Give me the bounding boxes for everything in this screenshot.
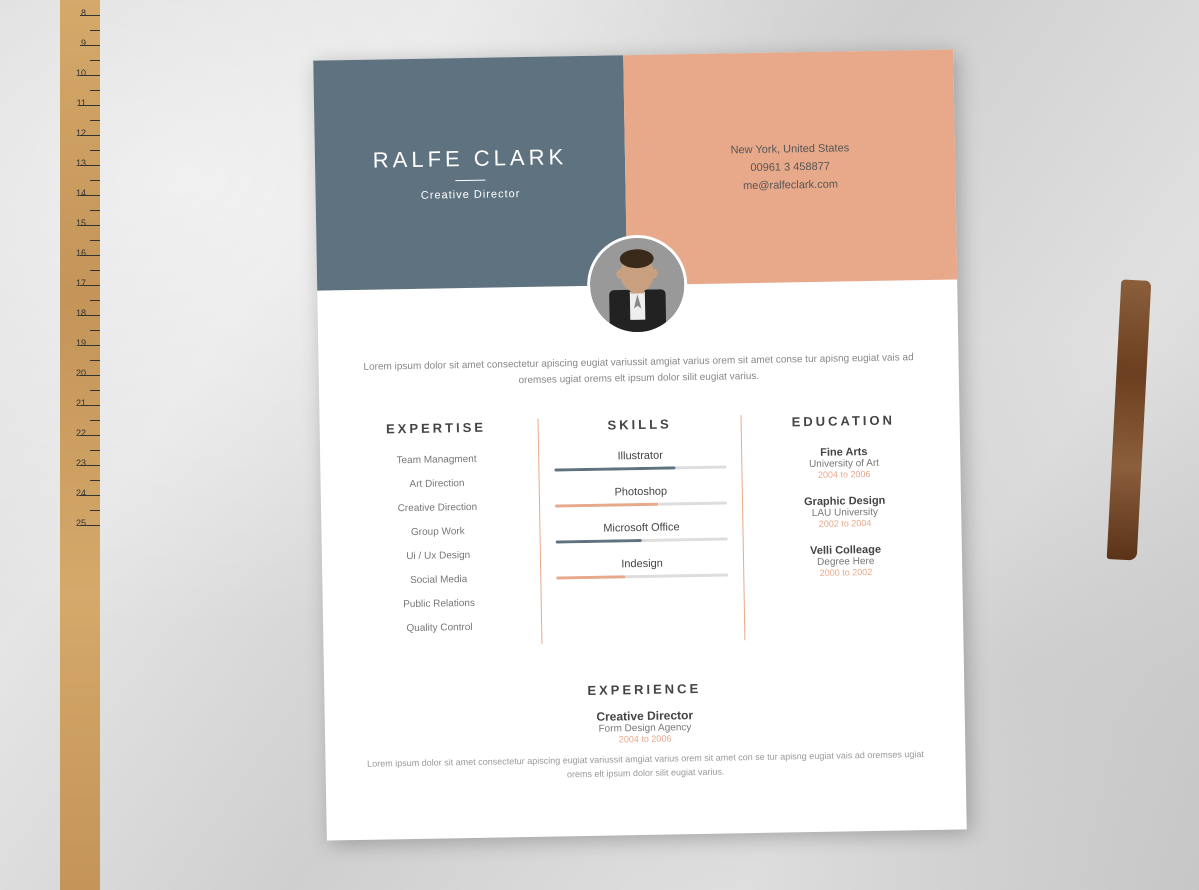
person-title: Creative Director: [420, 188, 520, 202]
education-item-1: Graphic Design LAU University 2002 to 20…: [758, 494, 931, 530]
experience-section: EXPERIENCE Creative Director Form Design…: [353, 662, 935, 786]
education-item-0: Fine Arts University of Art 2004 to 2006: [757, 445, 930, 481]
list-item: Team Managment: [350, 452, 523, 469]
skill-msoffice: Microsoft Office: [555, 520, 728, 543]
skill-bar-fill: [554, 503, 658, 508]
education-heading: EDUCATION: [756, 412, 929, 430]
ruler-number: 23: [76, 458, 86, 468]
experience-item-0: Creative Director Form Design Agency 200…: [354, 704, 935, 786]
profile-photo: [586, 234, 688, 336]
skill-photoshop: Photoshop: [554, 484, 727, 507]
list-item: Group Work: [351, 524, 524, 541]
name-divider: [455, 179, 485, 181]
list-item: Quality Control: [353, 620, 526, 637]
skill-bar-bg: [554, 465, 727, 471]
skill-name: Photoshop: [554, 484, 727, 499]
ruler-number: 19: [76, 338, 86, 348]
experience-heading: EXPERIENCE: [354, 677, 934, 702]
ruler-number: 14: [76, 188, 86, 198]
skills-column: SKILLS Illustrator Photoshop: [537, 415, 746, 644]
skill-indesign: Indesign: [555, 556, 728, 579]
skill-bar-bg: [555, 573, 728, 579]
edu-year: 2000 to 2002: [759, 566, 932, 579]
skill-bar-bg: [554, 501, 727, 507]
ruler-number: 10: [76, 68, 86, 78]
education-item-2: Velli Colleage Degree Here 2000 to 2002: [759, 543, 932, 579]
contact-phone: 00961 3 458877: [750, 161, 830, 174]
person-name: RALFE CLARK: [372, 144, 567, 173]
ruler-number: 17: [76, 278, 86, 288]
skill-bar-fill: [554, 466, 675, 471]
ruler-number: 18: [76, 308, 86, 318]
list-item: Social Media: [352, 572, 525, 589]
contact-location: New York, United States: [730, 142, 849, 156]
expertise-column: EXPERTISE Team Managment Art Direction C…: [349, 419, 541, 647]
list-item: Art Direction: [350, 476, 523, 493]
contact-email: me@ralfeclark.com: [742, 179, 837, 193]
resume-document: RALFE CLARK Creative Director New York, …: [320, 55, 960, 835]
skill-bar-bg: [555, 537, 728, 543]
ruler-number: 22: [76, 428, 86, 438]
resume-header: RALFE CLARK Creative Director New York, …: [313, 49, 957, 290]
skill-illustrator: Illustrator: [553, 448, 726, 471]
list-item: Ui / Ux Design: [351, 548, 524, 565]
ruler-number: 15: [76, 218, 86, 228]
list-item: Creative Direction: [350, 500, 523, 517]
person-avatar-svg: [589, 237, 685, 333]
skill-name: Indesign: [555, 556, 728, 571]
avatar: [589, 237, 685, 333]
exp-bio: Lorem ipsum dolor sit amet consectetur a…: [355, 747, 935, 786]
expertise-list: Team Managment Art Direction Creative Di…: [350, 452, 526, 637]
ruler-number: 20: [76, 368, 86, 378]
list-item: Public Relations: [352, 596, 525, 613]
ruler-number: 21: [76, 398, 86, 408]
skill-name: Illustrator: [553, 448, 726, 463]
edu-year: 2002 to 2004: [758, 517, 931, 530]
header-left-panel: RALFE CLARK Creative Director: [313, 55, 627, 290]
skills-heading: SKILLS: [553, 415, 726, 433]
ruler-number: 9: [81, 38, 86, 48]
resume-body: Lorem ipsum dolor sit amet consectetur a…: [317, 279, 966, 824]
edu-year: 2004 to 2006: [757, 468, 930, 481]
skill-bar-fill: [555, 575, 624, 579]
ruler-number: 11: [77, 98, 86, 108]
ruler: 8 9 10 11 12 13 14 15 16 17 18 19: [60, 0, 100, 890]
ruler-number: 25: [76, 518, 86, 528]
skill-bar-fill: [555, 539, 641, 544]
ruler-number: 16: [76, 248, 86, 258]
ruler-number: 13: [76, 158, 86, 168]
ruler-number: 12: [76, 128, 86, 138]
expertise-heading: EXPERTISE: [349, 419, 522, 437]
education-column: EDUCATION Fine Arts University of Art 20…: [741, 412, 933, 640]
ruler-number: 8: [81, 8, 86, 18]
ruler-number: 24: [76, 488, 86, 498]
skill-name: Microsoft Office: [555, 520, 728, 535]
three-columns: EXPERTISE Team Managment Art Direction C…: [349, 412, 933, 647]
bio-text: Lorem ipsum dolor sit amet consectetur a…: [348, 350, 928, 392]
